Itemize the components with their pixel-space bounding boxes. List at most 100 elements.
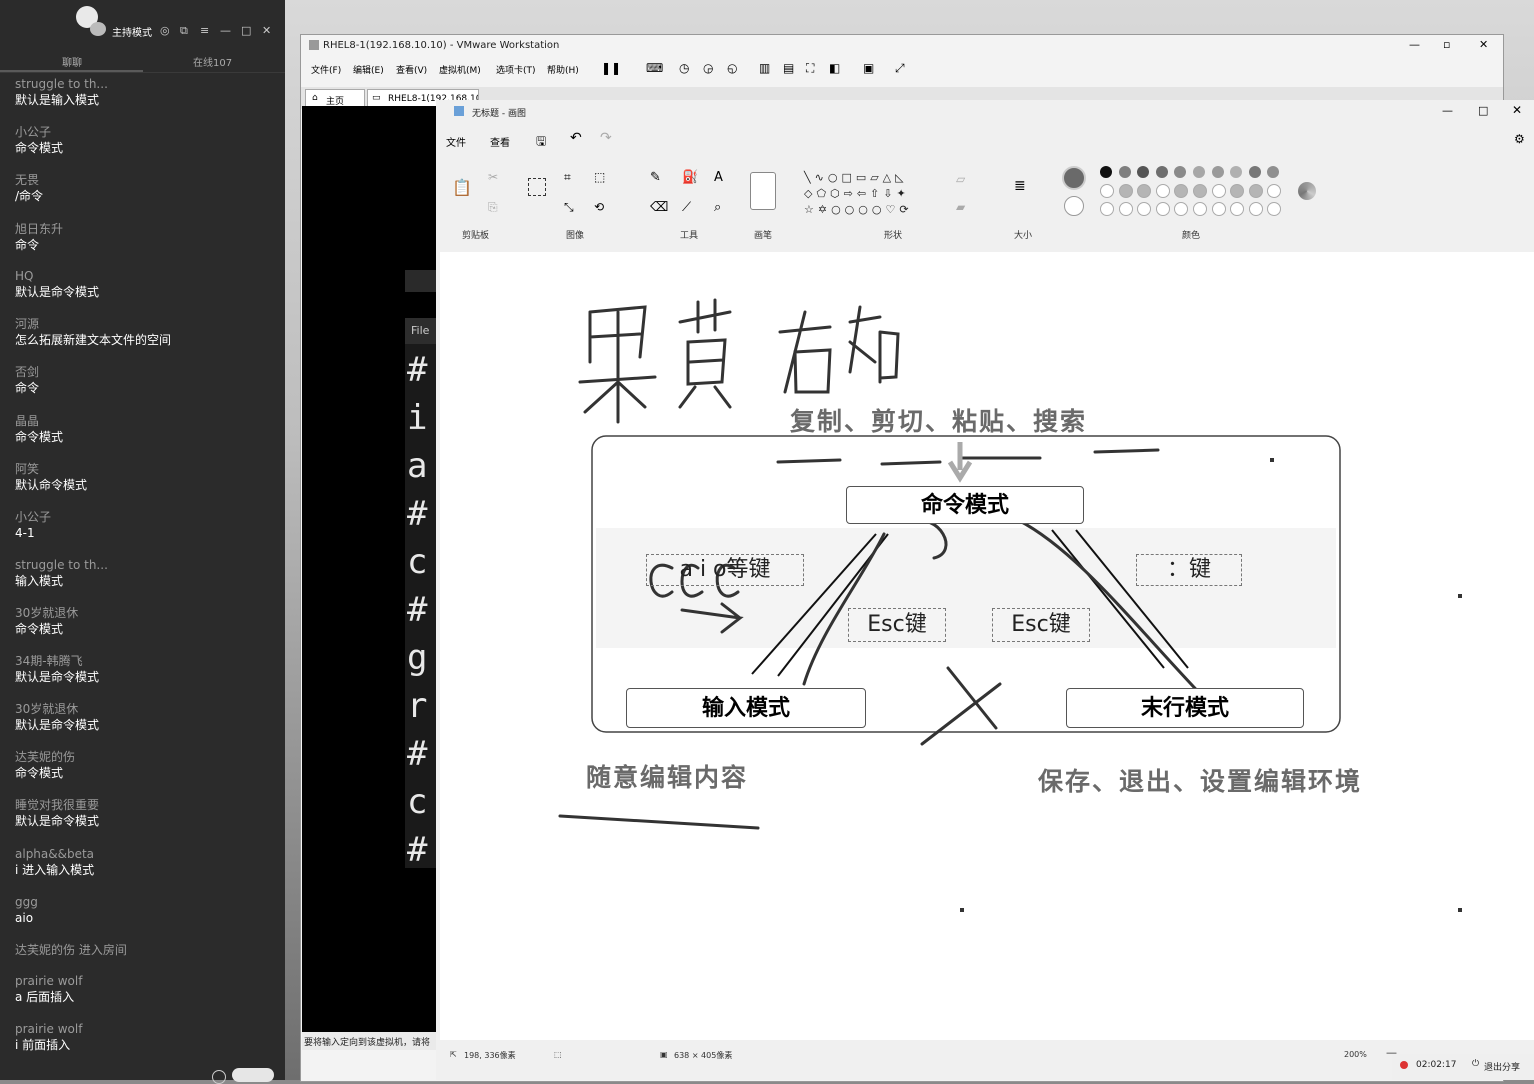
- manage-snapshots-icon[interactable]: ◵: [727, 61, 737, 75]
- palette-swatch[interactable]: [1211, 166, 1224, 178]
- palette-swatch[interactable]: [1193, 202, 1207, 216]
- paint-close-icon[interactable]: ✕: [1512, 103, 1522, 117]
- color1-swatch[interactable]: [1062, 166, 1086, 190]
- palette-swatch[interactable]: [1267, 202, 1282, 216]
- palette-swatch[interactable]: [1137, 184, 1152, 198]
- edit-colors-icon[interactable]: [1298, 182, 1316, 200]
- palette-swatch[interactable]: [1193, 184, 1207, 198]
- vm-close-icon[interactable]: ✕: [1479, 38, 1488, 51]
- palette-swatch[interactable]: [1230, 166, 1243, 178]
- send-keys-icon[interactable]: ⌨: [646, 61, 663, 75]
- palette-swatch[interactable]: [1174, 184, 1189, 198]
- undo-icon[interactable]: ↶: [570, 130, 582, 146]
- palette-swatch[interactable]: [1155, 202, 1170, 216]
- paint-menu-view[interactable]: 查看: [490, 134, 510, 149]
- minimize-icon[interactable]: —: [220, 24, 231, 37]
- magnifier-icon[interactable]: ⌕: [714, 200, 721, 215]
- menu-file[interactable]: 文件(F): [311, 63, 341, 76]
- outline-icon[interactable]: ▱: [956, 172, 965, 186]
- palette-swatch[interactable]: [1174, 166, 1187, 178]
- palette-swatch[interactable]: [1100, 202, 1114, 216]
- resize-icon[interactable]: ⤡: [564, 200, 574, 215]
- palette-swatch[interactable]: [1100, 184, 1114, 198]
- chat-username: 小公子: [15, 510, 52, 524]
- color-palette[interactable]: [1100, 166, 1300, 220]
- copy-icon[interactable]: ⎘: [488, 200, 498, 215]
- paint-canvas[interactable]: 复制、剪切、粘贴、搜索 命令模式 输入模式 末行模式 a i o等键 ：键 Es…: [440, 252, 1534, 1040]
- menu-edit[interactable]: 编辑(E): [353, 63, 384, 76]
- palette-swatch[interactable]: [1118, 202, 1133, 216]
- palette-swatch[interactable]: [1248, 184, 1263, 198]
- rotate-icon[interactable]: ⟲: [594, 200, 604, 214]
- menu-icon[interactable]: ≡: [200, 24, 209, 37]
- vm-minimize-icon[interactable]: —: [1409, 38, 1420, 51]
- tab-chat[interactable]: 聊聊: [62, 54, 82, 69]
- menu-tabs[interactable]: 选项卡(T): [496, 63, 536, 76]
- console-icon[interactable]: ▣: [863, 61, 874, 75]
- palette-swatch[interactable]: [1155, 184, 1170, 198]
- cut-icon[interactable]: ✂: [488, 170, 498, 184]
- settings-icon[interactable]: ◎: [160, 24, 170, 37]
- palette-swatch[interactable]: [1248, 166, 1261, 178]
- image-select-icon[interactable]: ⬚: [594, 170, 605, 184]
- palette-swatch[interactable]: [1193, 166, 1205, 178]
- popout-icon[interactable]: ⧉: [180, 24, 188, 38]
- redo-icon[interactable]: ↷: [600, 130, 612, 146]
- palette-swatch[interactable]: [1267, 166, 1280, 178]
- fullscreen-icon[interactable]: ⛶: [806, 61, 814, 76]
- palette-swatch[interactable]: [1211, 202, 1226, 216]
- palette-swatch[interactable]: [1137, 166, 1150, 178]
- pause-icon[interactable]: ❚❚: [601, 61, 621, 75]
- share-settings-icon[interactable]: ⚙: [1514, 132, 1525, 146]
- eraser-icon[interactable]: ⌫: [650, 200, 668, 215]
- fill-shape-icon[interactable]: ▰: [956, 200, 965, 214]
- revert-snapshot-icon[interactable]: ◶: [703, 61, 713, 75]
- size-icon[interactable]: ≣: [1014, 178, 1026, 194]
- paint-minimize-icon[interactable]: —: [1442, 104, 1453, 117]
- menu-view[interactable]: 查看(V): [396, 63, 427, 76]
- palette-swatch[interactable]: [1100, 166, 1112, 178]
- canvas-size: 638 × 405像素: [674, 1051, 733, 1060]
- palette-swatch[interactable]: [1155, 166, 1168, 178]
- palette-swatch[interactable]: [1211, 184, 1226, 198]
- chat-username: alpha&&beta: [15, 847, 95, 861]
- paint-maximize-icon[interactable]: □: [1478, 104, 1488, 117]
- color-picker-icon[interactable]: ⟋: [682, 200, 691, 215]
- exit-share-button[interactable]: 退出分享: [1484, 1060, 1520, 1073]
- palette-swatch[interactable]: [1267, 184, 1282, 198]
- maximize-icon[interactable]: □: [241, 24, 251, 37]
- text-icon[interactable]: A: [714, 170, 723, 185]
- shapes-gallery[interactable]: ╲∿○□▭▱△◺ ◇⬠⬡⇨⇦⇧⇩✦ ☆✡○○○○♡⟳: [804, 170, 934, 218]
- stretch-icon[interactable]: ⤢: [895, 61, 905, 76]
- paste-icon[interactable]: 📋: [452, 178, 472, 197]
- brush-icon[interactable]: [750, 172, 776, 210]
- close-icon[interactable]: ✕: [262, 24, 271, 37]
- terminal-menu-file[interactable]: File: [411, 324, 429, 337]
- color2-swatch[interactable]: [1064, 196, 1084, 216]
- terminal[interactable]: # i a # c # g r # c #: [405, 344, 436, 870]
- palette-swatch[interactable]: [1174, 202, 1189, 216]
- exit-share-icon[interactable]: ⏻: [1472, 1059, 1479, 1069]
- sidebar-toggle-icon[interactable]: ▥: [759, 61, 770, 75]
- fill-icon[interactable]: ⛽: [682, 170, 698, 185]
- thumbnail-icon[interactable]: ▤: [783, 61, 794, 75]
- tab-online[interactable]: 在线107: [193, 54, 232, 69]
- palette-swatch[interactable]: [1118, 166, 1131, 178]
- save-icon[interactable]: 🖫: [536, 132, 546, 153]
- palette-swatch[interactable]: [1248, 202, 1263, 216]
- palette-swatch[interactable]: [1137, 202, 1152, 216]
- pencil-icon[interactable]: ✎: [650, 170, 661, 185]
- menu-vm[interactable]: 虚拟机(M): [439, 63, 481, 76]
- palette-swatch[interactable]: [1118, 184, 1133, 198]
- paint-menu-file[interactable]: 文件: [446, 134, 466, 149]
- palette-swatch[interactable]: [1230, 202, 1245, 216]
- unity-icon[interactable]: ◧: [829, 61, 840, 75]
- palette-swatch[interactable]: [1230, 184, 1245, 198]
- emoji-icon[interactable]: [212, 1070, 226, 1084]
- menu-help[interactable]: 帮助(H): [547, 63, 579, 76]
- snapshot-icon[interactable]: ◷: [679, 61, 689, 75]
- chat-message: 阿笑 默认命令模式: [15, 461, 275, 494]
- select-icon[interactable]: [528, 178, 546, 196]
- vm-maximize-icon[interactable]: ▫: [1443, 38, 1450, 51]
- crop-icon[interactable]: ⌗: [564, 170, 571, 185]
